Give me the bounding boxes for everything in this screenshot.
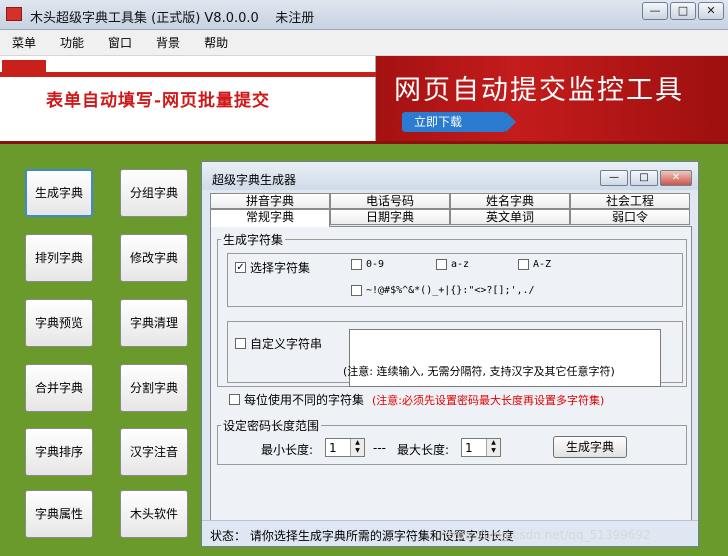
tab-panel: 生成字符集 ✓ 选择字符集 0-9 a-z A-Z ~!@#$%^&*()_+|…	[210, 226, 692, 526]
ad-banner[interactable]: 表单自动填写-网页批量提交 网页自动提交监控工具 立即下载	[0, 56, 728, 144]
spinner-arrows-icon[interactable]: ▲ ▼	[350, 439, 364, 456]
pinyin-annotation-button[interactable]: 汉字注音	[120, 428, 188, 476]
subwindow-maximize-button[interactable]: □	[630, 170, 658, 186]
tab-phone[interactable]: 电话号码	[330, 193, 450, 209]
banner-logo-icon	[2, 60, 46, 72]
length-range-label: 设定密码长度范围	[221, 417, 322, 434]
tab-social-engineering[interactable]: 社会工程	[570, 193, 690, 209]
checked-icon: ✓	[235, 262, 246, 273]
preview-dictionary-button[interactable]: 字典预览	[25, 299, 93, 347]
subwindow-close-button[interactable]: ✕	[660, 170, 692, 186]
subwindow-title: 超级字典生成器	[212, 173, 297, 187]
menu-item-function[interactable]: 功能	[48, 30, 96, 55]
max-length-spinner[interactable]: 1 ▲ ▼	[461, 438, 501, 457]
length-separator: ---	[373, 441, 386, 455]
min-length-label: 最小长度:	[261, 443, 314, 457]
charset-group-label: 生成字符集	[221, 231, 286, 248]
subwindow-minimize-button[interactable]: —	[600, 170, 628, 186]
charset-digits-checkbox[interactable]: 0-9	[351, 259, 384, 270]
custom-charset-note: (注意: 连续输入, 无需分隔符, 支持汉字及其它任意字符)	[343, 365, 615, 378]
select-charset-checkbox[interactable]: ✓ 选择字符集	[235, 259, 310, 276]
window-controls: — □ ✕	[642, 2, 724, 20]
max-length-label: 最大长度:	[397, 443, 450, 457]
subwindow-title-bar: 超级字典生成器 — □ ✕	[202, 162, 698, 190]
menu-item-menu[interactable]: 菜单	[0, 30, 48, 55]
close-button[interactable]: ✕	[698, 2, 724, 20]
window-title: 木头超级字典工具集 (正式版) V8.0.0.0 未注册	[30, 11, 315, 26]
title-bar: 木头超级字典工具集 (正式版) V8.0.0.0 未注册 — □ ✕	[0, 0, 728, 30]
custom-charset-label: 自定义字符串	[250, 337, 323, 351]
generate-dictionary-button[interactable]: 生成字典	[25, 169, 93, 217]
tab-date[interactable]: 日期字典	[330, 209, 450, 225]
merge-dictionary-button[interactable]: 合并字典	[25, 364, 93, 412]
tab-regular[interactable]: 常规字典	[210, 209, 330, 227]
tab-pinyin[interactable]: 拼音字典	[210, 193, 330, 209]
dictionary-generator-window: 超级字典生成器 — □ ✕ 拼音字典 电话号码 姓名字典 社会工程 日期字典 英…	[201, 161, 699, 547]
menu-item-background[interactable]: 背景	[144, 30, 192, 55]
download-now-button[interactable]: 立即下载	[402, 112, 516, 132]
banner-left-text: 表单自动填写-网页批量提交	[46, 91, 271, 111]
banner-left[interactable]: 表单自动填写-网页批量提交	[0, 56, 376, 141]
charset-uppercase-checkbox[interactable]: A-Z	[518, 259, 551, 270]
tab-english-words[interactable]: 英文单词	[450, 209, 570, 225]
modify-dictionary-button[interactable]: 修改字典	[120, 234, 188, 282]
minimize-button[interactable]: —	[642, 2, 668, 20]
maximize-button[interactable]: □	[670, 2, 696, 20]
banner-right[interactable]: 网页自动提交监控工具 立即下载	[376, 56, 728, 141]
banner-right-text: 网页自动提交监控工具	[394, 75, 684, 106]
min-length-spinner[interactable]: 1 ▲ ▼	[325, 438, 365, 457]
mutou-software-button[interactable]: 木头软件	[120, 490, 188, 538]
tab-weak-password[interactable]: 弱口令	[570, 209, 690, 225]
dictionary-properties-button[interactable]: 字典属性	[25, 490, 93, 538]
subwindow-controls: — □ ✕	[600, 170, 692, 186]
app-icon	[6, 7, 22, 21]
watermark: https://blog.csdn.net/qq_51399692	[440, 528, 651, 542]
menu-item-help[interactable]: 帮助	[192, 30, 240, 55]
select-charset-label: 选择字符集	[250, 261, 311, 275]
split-dictionary-button[interactable]: 分割字典	[120, 364, 188, 412]
tab-name[interactable]: 姓名字典	[450, 193, 570, 209]
menu-bar: 菜单 功能 窗口 背景 帮助	[0, 30, 728, 56]
per-position-note: (注意:必须先设置密码最大长度再设置多字符集)	[372, 393, 605, 407]
clean-dictionary-button[interactable]: 字典清理	[120, 299, 188, 347]
spinner-arrows-icon[interactable]: ▲ ▼	[486, 439, 500, 456]
permute-dictionary-button[interactable]: 排列字典	[25, 234, 93, 282]
banner-strip	[0, 72, 376, 77]
sort-dictionary-button[interactable]: 字典排序	[25, 428, 93, 476]
charset-symbols-checkbox[interactable]: ~!@#$%^&*()_+|{}:"<>?[];',./	[351, 285, 535, 296]
menu-item-window[interactable]: 窗口	[96, 30, 144, 55]
group-dictionary-button[interactable]: 分组字典	[120, 169, 188, 217]
per-position-charset-label: 每位使用不同的字符集	[244, 393, 365, 407]
charset-lowercase-checkbox[interactable]: a-z	[436, 259, 469, 270]
generate-button[interactable]: 生成字典	[553, 436, 627, 458]
per-position-charset-checkbox[interactable]: 每位使用不同的字符集 (注意:必须先设置密码最大长度再设置多字符集)	[229, 391, 604, 408]
custom-charset-checkbox[interactable]: 自定义字符串	[235, 335, 322, 352]
